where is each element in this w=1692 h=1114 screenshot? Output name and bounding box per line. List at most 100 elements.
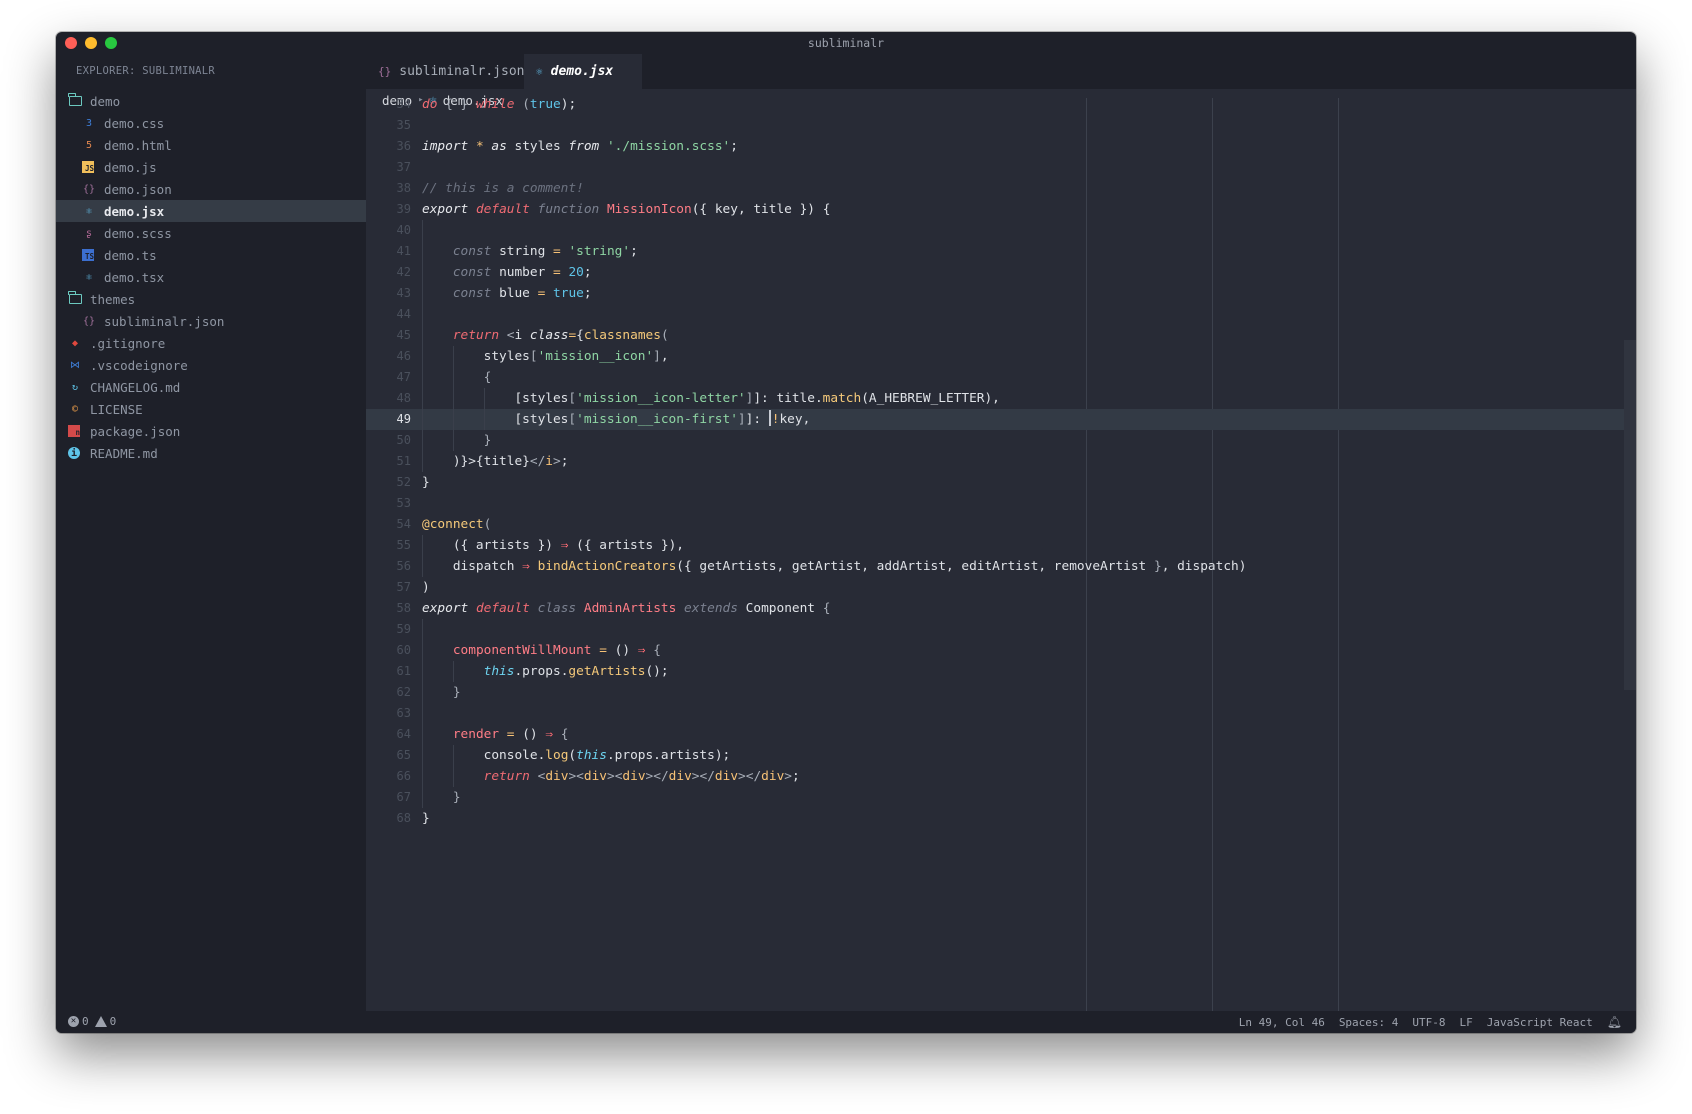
explorer-sidebar: EXPLORER: SUBLIMINALR demo 3 demo.css 5 demo… — [56, 54, 366, 1011]
code-token: class — [537, 601, 577, 616]
code-line[interactable]: 62 } — [366, 682, 1636, 703]
tree-item-label: .gitignore — [90, 335, 166, 351]
code-line[interactable]: 59 — [366, 619, 1636, 640]
code-line[interactable]: 60 componentWillMount = () ⇒ { — [366, 640, 1636, 661]
code-token: true — [529, 98, 561, 112]
tree-item-label: themes — [90, 291, 136, 307]
code-line[interactable]: 49 [styles['mission__icon-first']]: !key… — [366, 409, 1636, 430]
line-number: 36 — [396, 139, 411, 153]
code-line[interactable]: 56 dispatch ⇒ bindActionCreators({ getAr… — [366, 556, 1636, 577]
code-line[interactable]: 46 styles['mission__icon'], — [366, 346, 1636, 367]
code-line[interactable]: 42 const number = 20; — [366, 262, 1636, 283]
code-token: ; — [792, 769, 800, 784]
code-text: dispatch ⇒ bindActionCreators({ getArtis… — [422, 556, 1247, 577]
file-license[interactable]: © LICENSE — [56, 398, 366, 420]
code-token: MissionIcon — [606, 202, 692, 217]
code-text: @connect( — [422, 514, 491, 535]
code-line[interactable]: 61 this.props.getArtists(); — [366, 661, 1636, 682]
tab-demo-jsx[interactable]: ⚛ demo.jsx — [524, 54, 642, 89]
file-demo-js[interactable]: JS demo.js — [56, 156, 366, 178]
changelog-icon: ↻ — [71, 381, 79, 393]
code-line[interactable]: 37 — [366, 157, 1636, 178]
code-line[interactable]: 51 )}>{title}</i>; — [366, 451, 1636, 472]
code-line[interactable]: 44 — [366, 304, 1636, 325]
file-demo-jsx[interactable]: ⚛ demo.jsx — [56, 200, 366, 222]
file-subliminalr-json[interactable]: {} subliminalr.json — [56, 310, 366, 332]
code-line[interactable]: 50 } — [366, 430, 1636, 451]
file-demo-json[interactable]: {} demo.json — [56, 178, 366, 200]
file-vscodeignore[interactable]: ⋈ .vscodeignore — [56, 354, 366, 376]
code-line[interactable]: 67 } — [366, 787, 1636, 808]
code-token: ></ — [645, 769, 669, 784]
css-icon: 3 — [85, 117, 93, 129]
code-line[interactable]: 63 — [366, 703, 1636, 724]
code-line[interactable]: 54 @connect( — [366, 514, 1636, 535]
code-line[interactable]: 48 [styles['mission__icon-letter']]: tit… — [366, 388, 1636, 409]
encoding[interactable]: UTF-8 — [1412, 1016, 1445, 1029]
code-text: return <div><div><div></div></div></div>… — [422, 766, 800, 787]
line-number: 45 — [396, 328, 411, 342]
bell-icon[interactable]: 🔔︎ — [1607, 1015, 1622, 1029]
code-token: const — [452, 286, 492, 301]
code-line[interactable]: 45 return <i class={classnames( — [366, 325, 1636, 346]
tree-item-label: demo.html — [104, 137, 172, 153]
folder-themes[interactable]: themes — [56, 288, 366, 310]
code-area[interactable]: 34 do { } while (true); 35 36 import * as st… — [366, 98, 1636, 1011]
end-of-line[interactable]: LF — [1460, 1016, 1473, 1029]
code-line[interactable]: 65 console.log(this.props.artists); — [366, 745, 1636, 766]
indentation[interactable]: Spaces: 4 — [1339, 1016, 1399, 1029]
javascript-icon: JS — [82, 161, 94, 173]
code-token: } — [452, 790, 461, 805]
code-line[interactable]: 68} — [366, 808, 1636, 829]
code-token: ) — [422, 580, 430, 595]
editor-pane: {} subliminalr.json ⚛ demo.jsx demo ▸ ⚛ … — [366, 54, 1636, 1011]
code-line[interactable]: 40 — [366, 220, 1636, 241]
code-line[interactable]: 53 — [366, 493, 1636, 514]
code-token: extends — [684, 601, 738, 616]
file-demo-html[interactable]: 5 demo.html — [56, 134, 366, 156]
code-text: export default class AdminArtists extend… — [422, 598, 830, 619]
code-token: import — [422, 139, 469, 154]
file-gitignore[interactable]: ◆ .gitignore — [56, 332, 366, 354]
folder-demo[interactable]: demo — [56, 90, 366, 112]
code-line[interactable]: 36 import * as styles from './mission.scs… — [366, 136, 1636, 157]
code-line[interactable]: 55 ({ artists }) ⇒ ({ artists }), — [366, 535, 1636, 556]
code-token: { — [483, 370, 492, 385]
code-line[interactable]: 34 do { } while (true); — [366, 98, 1636, 115]
file-demo-ts[interactable]: TS demo.ts — [56, 244, 366, 266]
code-token: div — [668, 769, 692, 784]
file-readme-md[interactable]: i README.md — [56, 442, 366, 464]
code-token: default — [475, 601, 530, 616]
code-token: } — [452, 685, 461, 700]
line-number: 35 — [396, 118, 411, 132]
code-line[interactable]: 52} — [366, 472, 1636, 493]
file-changelog-md[interactable]: ↻ CHANGELOG.md — [56, 376, 366, 398]
code-line[interactable]: 57) — [366, 577, 1636, 598]
code-line[interactable]: 41 const string = 'string'; — [366, 241, 1636, 262]
file-package-json[interactable]: n package.json — [56, 420, 366, 442]
code-text: styles['mission__icon'], — [422, 346, 669, 367]
code-token: = — [568, 328, 577, 343]
code-token: const — [452, 265, 492, 280]
file-demo-scss[interactable]: ʂ demo.scss — [56, 222, 366, 244]
tab-subliminalr-json[interactable]: {} subliminalr.json — [366, 54, 524, 89]
file-demo-tsx[interactable]: ⚛ demo.tsx — [56, 266, 366, 288]
vertical-scrollbar[interactable] — [1624, 340, 1636, 690]
code-line[interactable]: 38 // this is a comment! — [366, 178, 1636, 199]
problems-indicator[interactable]: ✕ 0 0 — [68, 1015, 116, 1028]
json-icon: {} — [82, 315, 96, 327]
code-line[interactable]: 35 — [366, 115, 1636, 136]
code-line[interactable]: 66 return <div><div><div></div></div></d… — [366, 766, 1636, 787]
code-line[interactable]: 47 { — [366, 367, 1636, 388]
error-icon: ✕ — [68, 1016, 79, 1027]
file-demo-css[interactable]: 3 demo.css — [56, 112, 366, 134]
code-line[interactable]: 58 export default class AdminArtists exte… — [366, 598, 1636, 619]
cursor-position[interactable]: Ln 49, Col 46 — [1239, 1016, 1325, 1029]
code-line[interactable]: 43 const blue = true; — [366, 283, 1636, 304]
line-number: 37 — [396, 160, 411, 174]
code-line[interactable]: 64 render = () ⇒ { — [366, 724, 1636, 745]
code-line[interactable]: 39 export default function MissionIcon({ … — [366, 199, 1636, 220]
line-number: 59 — [396, 622, 411, 636]
language-mode[interactable]: JavaScript React — [1487, 1016, 1593, 1029]
code-token: )}>{title} — [422, 454, 530, 469]
